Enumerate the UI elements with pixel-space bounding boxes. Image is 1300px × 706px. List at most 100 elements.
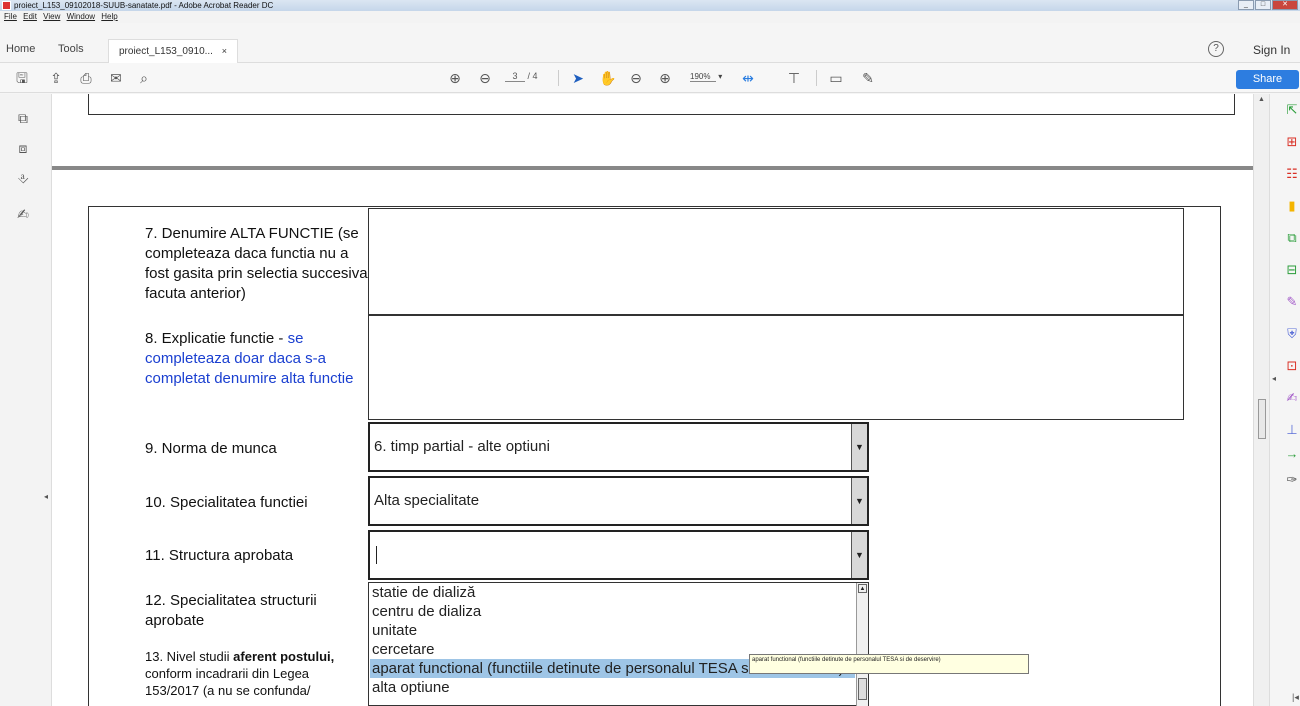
zoom-in-icon[interactable]: ⊕ — [655, 68, 675, 88]
menu-view[interactable]: View — [43, 11, 60, 23]
window-title: proiect_L153_09102018-SUUB-sanatate.pdf … — [14, 1, 274, 10]
dropdown-scroll-thumb[interactable] — [858, 678, 867, 700]
tab-document[interactable]: proiect_L153_0910... × — [108, 39, 238, 63]
page-indicator: 3 / 4 — [505, 71, 538, 82]
label-q8-main: 8. Explicatie functie - — [145, 330, 288, 347]
email-icon[interactable]: ✉ — [106, 68, 126, 88]
right-tools-panel: ◂ ⇱ ⊞ ☷ ▮ ⧉ ⊟ ✎ ⛨ ⊡ ✍ ⊥ → ✑ |◂ — [1269, 94, 1300, 706]
page-number-input[interactable]: 3 — [505, 71, 525, 82]
scroll-mode-icon[interactable]: ⊤ — [784, 68, 804, 88]
label-q7: 7. Denumire ALTA FUNCTIE (se completeaza… — [145, 225, 368, 302]
send-for-signature-icon[interactable]: ✍ — [1284, 390, 1300, 406]
scan-icon[interactable]: ✑ — [1284, 472, 1300, 488]
document-scrollbar[interactable]: ▲ — [1253, 94, 1269, 706]
text-caret — [376, 546, 377, 564]
fit-page-icon[interactable]: ⇹ — [738, 68, 758, 88]
combine-files-icon[interactable]: ⧉ — [1284, 230, 1300, 246]
share-label: Share — [1252, 73, 1283, 85]
option-statie-dializa[interactable]: statie de dializă — [370, 583, 855, 602]
previous-page-icon[interactable]: ⊕ — [445, 68, 465, 88]
collapse-left-panel-icon[interactable]: ◂ — [44, 492, 48, 501]
signature-icon[interactable]: ✍ — [14, 206, 32, 224]
upload-icon[interactable]: ⇪ — [46, 68, 66, 88]
label-q13-a: 13. Nivel studii — [145, 649, 234, 664]
collapse-right-panel-icon[interactable]: ◂ — [1272, 374, 1276, 383]
select-norma-munca[interactable]: 6. timp partial - alte optiuni ▼ — [368, 422, 869, 472]
menu-edit[interactable]: Edit — [23, 11, 37, 23]
dropdown-arrow-icon[interactable]: ▼ — [851, 532, 867, 578]
label-q13: 13. Nivel studii aferent postului, confo… — [145, 648, 345, 699]
comment-icon[interactable]: ▮ — [1284, 198, 1300, 214]
comment-tool-icon[interactable]: ▭ — [826, 68, 846, 88]
acrobat-app-icon — [2, 1, 11, 10]
label-q13-bold: aferent postului, — [233, 649, 335, 664]
menu-help[interactable]: Help — [101, 11, 117, 23]
zoom-dropdown[interactable]: 190% ▾ — [690, 72, 722, 82]
option-unitate[interactable]: unitate — [370, 621, 855, 640]
scroll-up-icon[interactable]: ▲ — [1258, 96, 1265, 103]
select-tool-icon[interactable]: ➤ — [568, 68, 588, 88]
label-q10: 10. Specialitatea functiei — [145, 494, 308, 511]
maximize-button[interactable]: □ — [1255, 0, 1271, 10]
previous-page-bottom — [88, 94, 1235, 115]
share-button[interactable]: Share — [1236, 70, 1299, 89]
help-icon[interactable]: ? — [1208, 41, 1224, 57]
more-tools-icon[interactable]: → — [1284, 446, 1300, 462]
structura-options-list[interactable]: statie de dializă centru de dializa unit… — [368, 582, 869, 706]
search-icon[interactable]: ⌕ — [134, 68, 154, 88]
tab-tools[interactable]: Tools — [58, 43, 84, 55]
scroll-up-icon[interactable]: ▲ — [858, 584, 867, 593]
menu-window[interactable]: Window — [67, 11, 95, 23]
menu-file[interactable]: File — [4, 11, 17, 23]
tab-home[interactable]: Home — [6, 43, 35, 55]
toolbar: 🖫 ⇪ ⎙ ✉ ⌕ ⊕ ⊖ 3 / 4 ➤ ✋ ⊖ ⊕ 190% ▾ ⇹ ⊤ ▭… — [0, 63, 1300, 93]
zoom-out-icon[interactable]: ⊖ — [626, 68, 646, 88]
tab-document-label: proiect_L153_0910... — [119, 46, 213, 57]
fill-sign-icon[interactable]: ✎ — [1284, 294, 1300, 310]
scroll-thumb[interactable] — [1258, 399, 1266, 439]
dropdown-scrollbar[interactable]: ▲ — [856, 583, 868, 706]
label-q9: 9. Norma de munca — [145, 440, 277, 457]
dropdown-arrow-icon[interactable]: ▼ — [851, 478, 867, 524]
minimize-button[interactable]: _ — [1238, 0, 1254, 10]
highlight-tool-icon[interactable]: ✎ — [858, 68, 878, 88]
label-q13-c: conform incadrarii din Legea 153/2017 (a… — [145, 666, 311, 698]
pages-icon[interactable]: ⧈ — [14, 140, 32, 158]
window-controls: _ □ ✕ — [1237, 0, 1298, 11]
label-q12: 12. Specialitatea structurii aprobate — [145, 592, 317, 629]
window-titlebar: proiect_L153_09102018-SUUB-sanatate.pdf … — [0, 0, 1300, 11]
create-pdf-icon[interactable]: ⊞ — [1284, 134, 1300, 150]
measure-icon[interactable]: ⊥ — [1284, 422, 1300, 438]
export-pdf-icon[interactable]: ⇱ — [1284, 102, 1300, 118]
protect-icon[interactable]: ⛨ — [1284, 326, 1300, 342]
divider — [558, 70, 559, 86]
bookmarks-icon[interactable]: ⧉ — [14, 110, 32, 128]
next-page-icon[interactable]: ⊖ — [475, 68, 495, 88]
select-specialitate-functie[interactable]: Alta specialitate ▼ — [368, 476, 869, 526]
option-tooltip: aparat functional (functiile detinute de… — [749, 654, 1029, 674]
organize-pages-icon[interactable]: ☷ — [1284, 166, 1300, 182]
tab-bar: Home Tools proiect_L153_0910... × ? Sign… — [0, 23, 1300, 63]
input-alta-functie[interactable] — [368, 208, 1184, 315]
zoom-value: 190% — [690, 72, 716, 82]
document-view[interactable]: 7. Denumire ALTA FUNCTIE (se completeaza… — [52, 94, 1253, 706]
input-explicatie-functie[interactable] — [368, 315, 1184, 420]
edit-pdf-icon[interactable]: ⊟ — [1284, 262, 1300, 278]
panel-bottom-icon[interactable]: |◂ — [1292, 692, 1299, 703]
close-window-button[interactable]: ✕ — [1272, 0, 1298, 10]
label-q11: 11. Structura aprobata — [145, 547, 294, 564]
option-centru-dializa[interactable]: centru de dializa — [370, 602, 855, 621]
attachment-icon[interactable]: ⎀ — [14, 170, 32, 188]
compress-icon[interactable]: ⊡ — [1284, 358, 1300, 374]
select-structura-aprobata[interactable]: ▼ — [368, 530, 869, 580]
select-specialitate-value: Alta specialitate — [374, 492, 480, 509]
save-icon[interactable]: 🖫 — [12, 68, 32, 88]
close-tab-icon[interactable]: × — [222, 46, 227, 56]
print-icon[interactable]: ⎙ — [76, 68, 96, 88]
hand-tool-icon[interactable]: ✋ — [598, 68, 618, 88]
option-alta-optiune[interactable]: alta optiune — [370, 678, 855, 697]
sign-in-link[interactable]: Sign In — [1253, 43, 1290, 57]
label-q8: 8. Explicatie functie - se completeaza d… — [145, 329, 370, 389]
page-separator — [52, 166, 1253, 170]
dropdown-arrow-icon[interactable]: ▼ — [851, 424, 867, 470]
